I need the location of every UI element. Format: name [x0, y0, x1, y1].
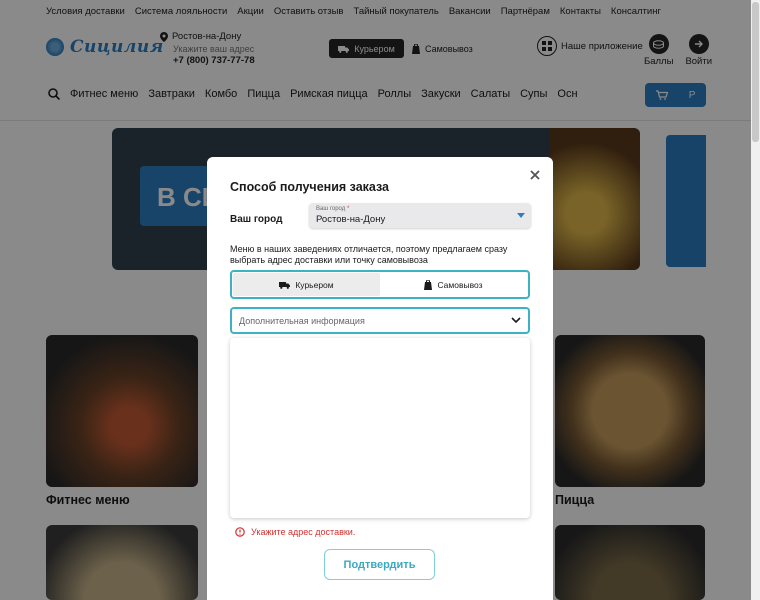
delivery-method-toggle: Курьером Самовывоз — [230, 270, 530, 299]
modal-title: Способ получения заказа — [230, 180, 390, 194]
address-error-text: Укажите адрес доставки. — [251, 527, 356, 537]
courier-option[interactable]: Курьером — [233, 273, 380, 296]
city-label: Ваш город — [230, 214, 283, 225]
courier-option-label: Курьером — [295, 279, 334, 290]
pickup-option-label: Самовывоз — [437, 279, 483, 290]
pickup-option[interactable]: Самовывоз — [380, 273, 527, 296]
caret-down-icon — [517, 213, 525, 218]
bag-icon — [424, 279, 433, 290]
city-select-value: Ростов-на-Дону — [316, 214, 386, 225]
city-select-label: Ваш город * — [316, 206, 350, 212]
address-input[interactable]: Дополнительная информация — [230, 307, 530, 334]
address-suggestions-panel[interactable] — [230, 338, 530, 518]
info-text: Меню в наших заведениях отличается, поэт… — [230, 244, 508, 265]
error-icon — [235, 527, 245, 537]
required-marker: * — [346, 206, 350, 212]
chevron-down-icon[interactable] — [511, 317, 521, 324]
close-icon[interactable] — [528, 168, 542, 182]
address-placeholder: Дополнительная информация — [239, 316, 365, 326]
city-select[interactable]: Ваш город * Ростов-на-Дону — [309, 203, 531, 228]
address-error: Укажите адрес доставки. — [235, 527, 355, 537]
truck-icon — [279, 281, 291, 289]
delivery-method-modal: Способ получения заказа Ваш город Ваш го… — [207, 157, 553, 600]
confirm-button[interactable]: Подтвердить — [324, 549, 435, 580]
scrollbar-thumb[interactable] — [752, 2, 759, 142]
page-scrollbar[interactable] — [751, 0, 760, 600]
